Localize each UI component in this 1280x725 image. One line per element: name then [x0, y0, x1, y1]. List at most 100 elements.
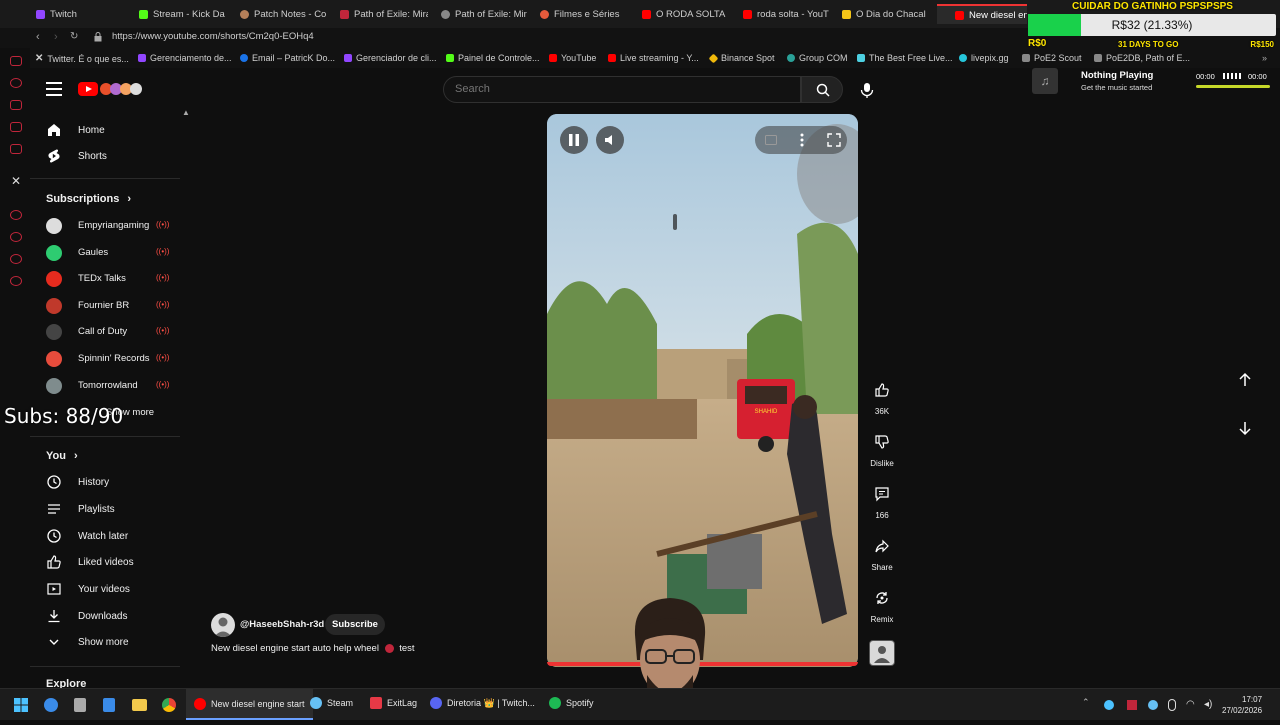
sidebar-item-your-videos[interactable]: Your videos	[30, 577, 180, 601]
panel-app-icon[interactable]	[10, 144, 22, 154]
browser-tab-active[interactable]: New diesel engine st	[937, 4, 1027, 24]
subscriptions-title[interactable]: Subscriptions ›	[46, 193, 131, 205]
remix-button[interactable]: Remix	[864, 584, 900, 624]
sidebar-item-history[interactable]: History	[30, 470, 180, 494]
search-box[interactable]	[443, 76, 801, 103]
fullscreen-icon[interactable]	[827, 133, 841, 147]
browser-tab[interactable]: Stream - Kick Dashb	[139, 6, 225, 22]
chrome-icon[interactable]	[162, 698, 176, 712]
taskbar-item[interactable]: Diretoria 👑 | Twitch...	[430, 697, 535, 709]
bookmark-item[interactable]: Gerenciamento de...	[138, 53, 232, 63]
steam-tray-icon[interactable]	[1148, 700, 1158, 710]
next-short-button[interactable]	[1231, 414, 1259, 442]
subscription-item[interactable]: Fournier BR ((•))	[30, 295, 180, 317]
browser-tab[interactable]: O Dia do Chacal (S	[842, 6, 928, 22]
captions-icon[interactable]	[765, 135, 777, 145]
panel-app-icon[interactable]	[10, 122, 22, 132]
url-text[interactable]: https://www.youtube.com/shorts/Cm2q0-EOH…	[112, 31, 314, 42]
channel-avatar[interactable]	[211, 613, 235, 637]
panel-app-icon[interactable]	[10, 78, 22, 88]
notepad-icon[interactable]	[103, 698, 115, 712]
search-button[interactable]	[801, 76, 843, 103]
subscription-item[interactable]: Tomorrowland ((•))	[30, 375, 180, 397]
bookmark-item[interactable]: Painel de Controle...	[446, 53, 540, 63]
browser-tab[interactable]: roda solta - YouTub	[743, 6, 829, 22]
browser-tab[interactable]: Filmes e Séries	[540, 6, 620, 22]
system-clock[interactable]: 17:07 27/02/2026	[1222, 694, 1262, 716]
bookmark-item[interactable]: YouTube	[549, 53, 596, 63]
sidebar-item-home[interactable]: Home	[30, 118, 180, 142]
panel-app-icon[interactable]	[10, 210, 22, 220]
forward-icon[interactable]: ›	[54, 31, 58, 43]
like-button[interactable]: 36K	[864, 376, 900, 416]
subscription-item[interactable]: Empyriangaming ((•))	[30, 215, 180, 237]
bookmark-item[interactable]: Gerenciador de cli...	[344, 53, 437, 63]
sidebar-item-shorts[interactable]: Shorts	[30, 144, 180, 168]
subscription-item[interactable]: TEDx Talks ((•))	[30, 268, 180, 290]
panel-app-icon[interactable]	[10, 276, 22, 286]
panel-app-icon[interactable]	[10, 100, 22, 110]
subscription-item[interactable]: Call of Duty ((•))	[30, 321, 180, 343]
browser-tab[interactable]: O RODA SOLTA MA	[642, 6, 728, 22]
previous-short-button[interactable]	[1231, 366, 1259, 394]
shorts-video-player[interactable]: SHAHID	[547, 114, 858, 667]
bookmark-item[interactable]: PoE2 Scout	[1022, 53, 1082, 63]
comments-button[interactable]: 166	[864, 480, 900, 520]
bookmarks-overflow-icon[interactable]: »	[1262, 53, 1267, 63]
browser-app-icon[interactable]	[44, 698, 58, 712]
dislike-button[interactable]: Dislike	[864, 428, 900, 468]
subscription-item[interactable]: Spinnin' Records ((•))	[30, 348, 180, 370]
taskbar-item[interactable]: Spotify	[549, 697, 594, 709]
browser-tab[interactable]: Twitch	[36, 6, 128, 22]
folder-icon[interactable]	[132, 699, 147, 711]
you-title[interactable]: You ›	[46, 450, 78, 462]
panel-app-icon[interactable]	[10, 232, 22, 242]
pause-button[interactable]	[560, 126, 588, 154]
tray-app-icon[interactable]	[1104, 700, 1114, 710]
tray-app-icon[interactable]	[1127, 700, 1137, 710]
calculator-icon[interactable]	[74, 698, 86, 712]
video-title[interactable]: New diesel engine start auto help wheel …	[211, 643, 415, 654]
bookmark-item[interactable]: Live streaming - Y...	[608, 53, 699, 63]
youtube-logo[interactable]	[78, 81, 144, 97]
bookmark-item[interactable]: PoE2DB, Path of E...	[1094, 53, 1190, 63]
tray-overflow-icon[interactable]: ⌃	[1082, 697, 1090, 708]
volume-button[interactable]	[596, 126, 624, 154]
channel-name[interactable]: @HaseebShah-r3d	[240, 619, 324, 630]
more-options-icon[interactable]	[800, 133, 804, 147]
subscription-item[interactable]: Gaules ((•))	[30, 242, 180, 264]
browser-tab[interactable]: Path of Exile: Mirag	[340, 6, 428, 22]
windows-start-icon[interactable]	[14, 698, 28, 712]
sidebar-item-downloads[interactable]: Downloads	[30, 604, 180, 628]
subscribe-button[interactable]: Subscribe	[325, 614, 385, 635]
sidebar-item-liked-videos[interactable]: Liked videos	[30, 550, 180, 574]
bookmark-item[interactable]: Group COM	[787, 53, 848, 63]
panel-app-icon[interactable]	[10, 56, 22, 66]
sidebar-item-playlists[interactable]: Playlists	[30, 497, 180, 521]
network-icon[interactable]: ◠	[1186, 699, 1195, 710]
taskbar-item[interactable]: Steam	[310, 697, 353, 709]
panel-app-icon[interactable]	[10, 254, 22, 264]
bookmark-item[interactable]: Email – PatricK Do...	[240, 53, 335, 63]
taskbar-item-active[interactable]: New diesel engine start	[186, 689, 313, 720]
bookmark-item[interactable]: Binance Spot	[708, 53, 775, 63]
share-button[interactable]: Share	[864, 532, 900, 572]
sidebar-item-watch-later[interactable]: Watch later	[30, 524, 180, 548]
browser-tab[interactable]: Path of Exile: Mirag	[441, 6, 527, 22]
mic-icon[interactable]	[857, 80, 877, 100]
search-input[interactable]	[455, 83, 755, 95]
bookmark-item[interactable]: ✕ Twitter. É o que es...	[35, 53, 129, 64]
back-icon[interactable]: ‹	[36, 31, 40, 43]
sound-thumbnail[interactable]	[869, 640, 895, 666]
mic-tray-icon[interactable]	[1168, 699, 1176, 711]
browser-tab[interactable]: Patch Notes - Conv	[240, 6, 326, 22]
bookmark-item[interactable]: The Best Free Live...	[857, 53, 953, 63]
bookmark-item[interactable]: livepix.gg	[959, 53, 1009, 63]
taskbar-item[interactable]: ExitLag	[370, 697, 417, 709]
hamburger-menu-icon[interactable]	[46, 82, 62, 96]
x-icon[interactable]: ✕	[11, 174, 21, 188]
sidebar-scroll-up-icon[interactable]: ▲	[182, 108, 190, 117]
sidebar-item-show-more[interactable]: Show more	[30, 630, 180, 654]
volume-tray-icon[interactable]: ◂)	[1204, 699, 1212, 710]
reload-icon[interactable]: ↻	[70, 31, 78, 42]
